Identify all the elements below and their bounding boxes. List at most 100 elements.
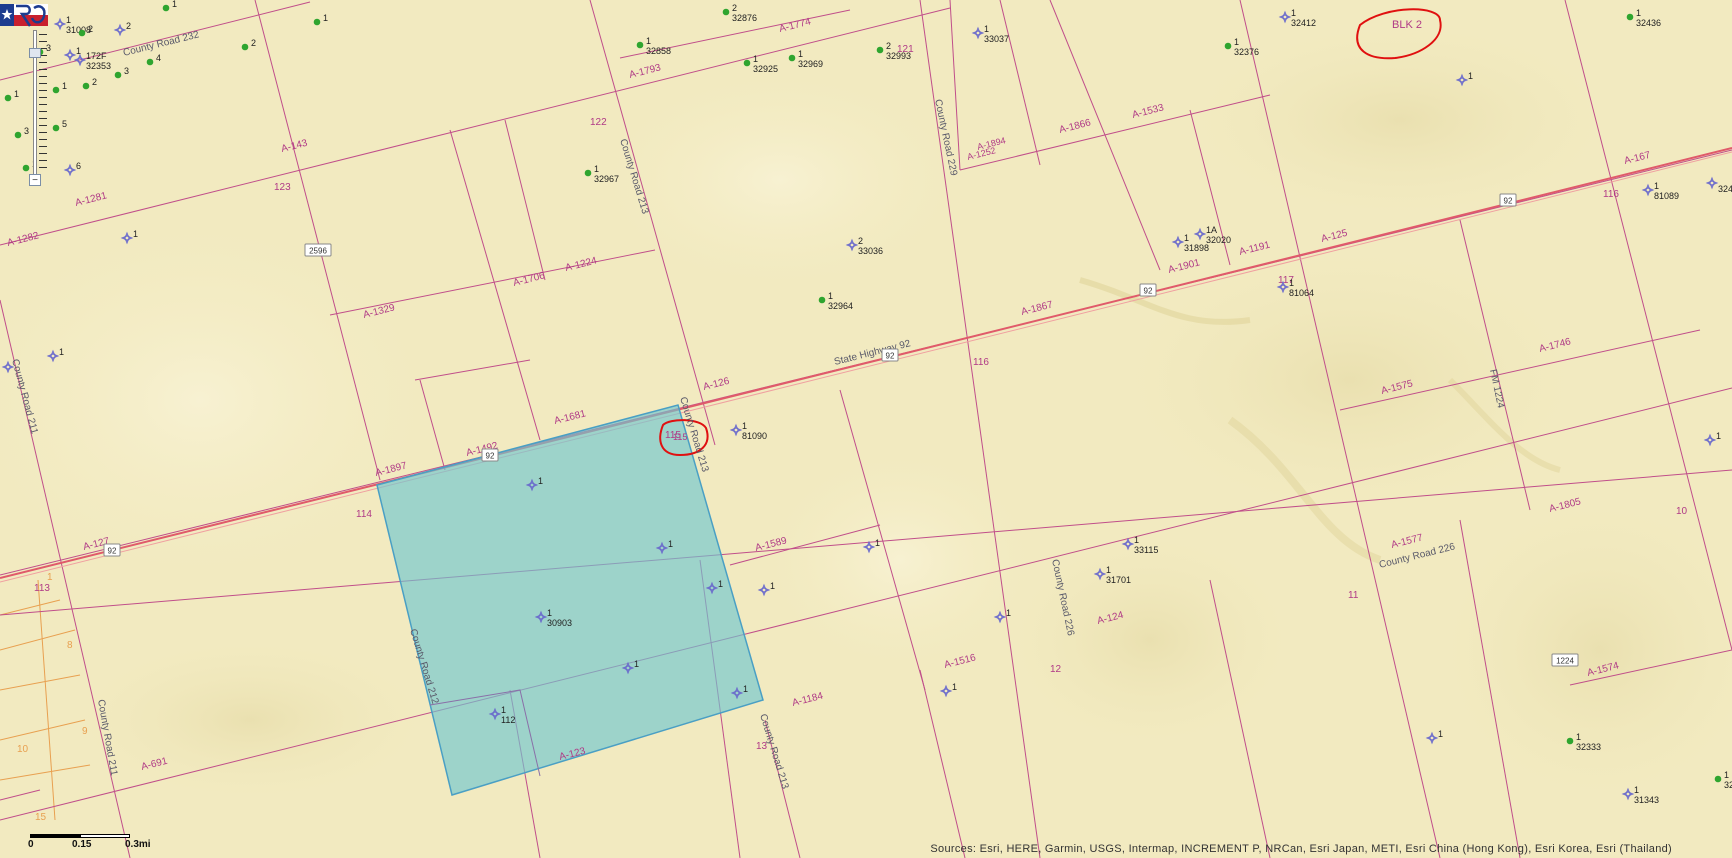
svg-text:1: 1	[1724, 770, 1729, 780]
svg-text:1: 1	[952, 682, 957, 692]
svg-text:33037: 33037	[984, 34, 1009, 44]
zoom-slider-handle[interactable]	[29, 48, 41, 58]
svg-text:92: 92	[1504, 197, 1513, 206]
highway-shield-icon: 1224	[1551, 653, 1579, 667]
annotation-label: BLK 2	[1392, 19, 1422, 31]
svg-text:1: 1	[1134, 535, 1139, 545]
svg-text:1224: 1224	[1556, 657, 1574, 666]
svg-text:1: 1	[538, 476, 543, 486]
svg-text:32969: 32969	[798, 59, 823, 69]
svg-text:2: 2	[92, 77, 97, 87]
svg-text:1: 1	[1576, 732, 1581, 742]
svg-text:1: 1	[984, 24, 989, 34]
svg-text:2596: 2596	[309, 247, 327, 256]
svg-text:1: 1	[1006, 608, 1011, 618]
svg-text:1: 1	[668, 539, 673, 549]
svg-text:32993: 32993	[886, 51, 911, 61]
svg-text:32412: 32412	[1291, 18, 1316, 28]
svg-text:32964: 32964	[828, 301, 853, 311]
highway-shield-icon: 92	[1139, 283, 1157, 297]
svg-text:1: 1	[718, 579, 723, 589]
scale-bar: 0 0.15 0.3mi	[28, 830, 151, 854]
survey-label: 10	[17, 744, 29, 755]
svg-text:32333: 32333	[1576, 742, 1601, 752]
svg-text:32967: 32967	[594, 174, 619, 184]
svg-text:1: 1	[1184, 233, 1189, 243]
survey-label: 15	[35, 812, 47, 823]
svg-text:6: 6	[76, 161, 81, 171]
svg-text:172F: 172F	[86, 51, 107, 61]
svg-text:1: 1	[59, 347, 64, 357]
svg-text:2: 2	[251, 38, 256, 48]
svg-text:92: 92	[1144, 287, 1153, 296]
svg-text:32353: 32353	[86, 61, 111, 71]
svg-text:1: 1	[133, 229, 138, 239]
svg-text:1: 1	[743, 684, 748, 694]
svg-text:1: 1	[501, 705, 506, 715]
svg-text:1: 1	[634, 659, 639, 669]
svg-text:31701: 31701	[1106, 575, 1131, 585]
survey-label: 1	[47, 572, 53, 583]
highway-shield-icon: 2596	[304, 243, 332, 257]
survey-label: 8	[67, 640, 73, 651]
zoom-out-button[interactable]: −	[29, 174, 41, 186]
svg-text:112: 112	[501, 715, 515, 725]
svg-text:33115: 33115	[1134, 545, 1158, 555]
svg-text:1: 1	[1634, 785, 1639, 795]
svg-text:1: 1	[62, 81, 67, 91]
highway-shield-icon: 92	[881, 348, 899, 362]
svg-text:2: 2	[886, 41, 891, 51]
svg-text:81090: 81090	[742, 431, 767, 441]
svg-text:1: 1	[1654, 181, 1659, 191]
svg-text:32858: 32858	[646, 46, 671, 56]
svg-text:33036: 33036	[858, 246, 883, 256]
svg-text:1: 1	[1234, 37, 1239, 47]
svg-text:32020: 32020	[1206, 235, 1231, 245]
survey-label: 9	[82, 726, 88, 737]
svg-text:1: 1	[323, 13, 328, 23]
svg-text:2: 2	[126, 21, 131, 31]
svg-text:1: 1	[66, 15, 71, 25]
svg-text:32489: 32489	[1718, 184, 1732, 194]
svg-text:1: 1	[1106, 565, 1111, 575]
svg-text:1: 1	[828, 291, 833, 301]
svg-text:32436: 32436	[1636, 18, 1661, 28]
scale-label-end: 0.3mi	[125, 839, 151, 850]
highway-shield-icon: 92	[481, 448, 499, 462]
svg-text:31343: 31343	[1634, 795, 1659, 805]
svg-text:1: 1	[1716, 431, 1721, 441]
svg-text:1: 1	[798, 49, 803, 59]
svg-text:1A: 1A	[1206, 225, 1217, 235]
svg-text:4: 4	[156, 53, 161, 63]
svg-text:92: 92	[108, 547, 117, 556]
scale-bar-segment-2	[80, 834, 130, 838]
svg-text:1: 1	[594, 164, 599, 174]
svg-text:1: 1	[875, 538, 880, 548]
svg-text:1: 1	[1291, 8, 1296, 18]
highway-shield-icon: 92	[1499, 193, 1517, 207]
svg-text:1: 1	[1289, 278, 1294, 288]
survey-label: 12	[1050, 664, 1062, 675]
svg-text:32376: 32376	[1234, 47, 1259, 57]
zoom-control: + −	[22, 14, 50, 186]
terrain-layer	[0, 0, 1732, 858]
survey-label: 114	[356, 509, 372, 520]
annotation-label: 115	[673, 432, 687, 442]
svg-text:32336: 32336	[1724, 780, 1732, 790]
svg-text:1: 1	[753, 54, 758, 64]
svg-text:2: 2	[88, 24, 93, 34]
map-view[interactable]: A-143 A-1281 A-1282 123 122 A-1793 A-1774 121 A-…	[0, 0, 1732, 858]
rrc-logo-icon	[0, 4, 48, 27]
svg-text:1: 1	[1438, 729, 1443, 739]
svg-text:1: 1	[14, 89, 19, 99]
scale-bar-segment-1	[30, 834, 80, 838]
survey-label: 11	[1348, 590, 1359, 601]
svg-text:1: 1	[742, 421, 747, 431]
svg-text:2: 2	[858, 236, 863, 246]
map-attribution: Sources: Esri, HERE, Garmin, USGS, Inter…	[930, 843, 1672, 855]
map-canvas[interactable]: A-143A-1281A-1282123122A-1793A-1774121A-…	[0, 0, 1732, 858]
scale-label-mid: 0.15	[72, 839, 92, 850]
svg-text:5: 5	[62, 119, 67, 129]
svg-text:1: 1	[770, 581, 775, 591]
svg-text:92: 92	[886, 352, 895, 361]
